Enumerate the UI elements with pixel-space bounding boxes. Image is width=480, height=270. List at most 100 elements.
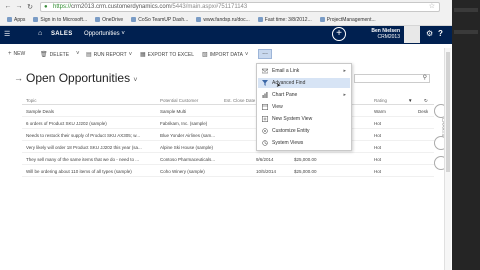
desktop-edge [452, 0, 480, 270]
view-icon [262, 104, 268, 110]
table-row[interactable]: Needs to restock their supply of Product… [22, 130, 434, 141]
cell-customer[interactable]: Contoso Pharmaceuticals... [160, 157, 220, 162]
cell-topic[interactable]: Needs to restock their supply of Product… [26, 133, 154, 138]
nav-opportunities-label: Opportunities [84, 31, 120, 37]
cell-rating: Hot [374, 133, 382, 138]
bookmark-icon [33, 17, 39, 22]
import-icon: ▧ [202, 52, 208, 58]
user-info[interactable]: Ben Nielsen CRM2013 [360, 28, 400, 40]
more-commands-button[interactable]: ... [258, 49, 272, 59]
cell-topic[interactable]: 6 orders of Product SKU JJ202 (sample) [26, 121, 154, 126]
menu-item-label: View [272, 104, 283, 110]
new-button[interactable]: + NEW [8, 51, 25, 57]
run-report-button[interactable]: ▤ RUN REPORT ˅ [86, 51, 132, 59]
chevron-down-icon: ˅ [244, 51, 249, 58]
bookmark-label: CoSo TeamUP Dash... [138, 16, 189, 23]
avatar[interactable] [404, 26, 420, 43]
cell-topic[interactable]: Will be ordering about 110 items of all … [26, 169, 154, 174]
apps-icon [7, 17, 12, 22]
bookmarks-bar: Apps Sign in to Microsoft... OneDrive Co… [0, 14, 480, 25]
help-icon[interactable]: ? [438, 29, 443, 38]
search-input[interactable]: ⚲ [354, 74, 430, 83]
bookmark-item[interactable]: Apps [4, 14, 28, 25]
menu-item-chart-pane[interactable]: Chart Pane ▸ [258, 90, 350, 100]
bookmark-icon [95, 17, 101, 22]
window-control [454, 8, 478, 12]
filter-icon[interactable]: ▼ [408, 98, 412, 103]
cell-customer[interactable]: Fabrikam, Inc. (sample) [160, 121, 220, 126]
reload-icon[interactable]: ↻ [25, 3, 35, 11]
page-title[interactable]: Open Opportunities ˅ [26, 71, 138, 85]
excel-icon: ▦ [140, 52, 146, 58]
bookmark-item[interactable]: Sign in to Microsoft... [30, 14, 90, 25]
bookmark-item[interactable]: www.fandsp.ru/doc... [193, 14, 252, 25]
export-label: EXPORT TO EXCEL [147, 51, 194, 58]
menu-item-customize-entity[interactable]: Customize Entity [258, 126, 350, 136]
delete-button[interactable]: 🗑 DELETE [40, 51, 69, 59]
bookmark-item[interactable]: OneDrive [92, 14, 126, 25]
forward-icon[interactable]: → [14, 3, 24, 10]
cell-customer[interactable]: Sample Multi [160, 109, 220, 114]
menu-item-system-views[interactable]: System Views [258, 138, 350, 148]
import-data-button[interactable]: ▧ IMPORT DATA ˅ [202, 51, 249, 59]
bookmark-label: OneDrive [102, 16, 124, 23]
bookmark-label: Sign in to Microsoft... [40, 16, 88, 23]
menu-item-new-system-view[interactable]: New System View [258, 114, 350, 124]
back-icon[interactable]: ← [3, 3, 13, 10]
nav-sales[interactable]: SALES [51, 31, 73, 37]
table-row[interactable]: 6 orders of Product SKU JJ202 (sample) F… [22, 118, 434, 129]
menu-item-view[interactable]: View [258, 102, 350, 112]
menu-item-label: System Views [272, 140, 304, 146]
new-label: NEW [13, 51, 26, 57]
table-row[interactable]: They sell many of the same items that we… [22, 154, 434, 165]
bookmark-star-icon[interactable]: ☆ [429, 3, 435, 11]
chevron-right-icon: ▸ [343, 92, 346, 98]
column-header-close-date[interactable]: Est. Close Date [224, 98, 255, 103]
create-icon[interactable]: + [332, 27, 346, 41]
cell-topic[interactable]: Very likely will order 18 Product SKU JJ… [26, 145, 154, 150]
filter-icon [262, 80, 268, 86]
bookmark-label: ProjectManagement... [326, 16, 376, 23]
delete-dropdown[interactable]: ˅ [76, 51, 80, 57]
cell-customer[interactable]: Alpine Ski House (sample) [160, 145, 220, 150]
nav-opportunities[interactable]: Opportunities ˅ [84, 31, 125, 37]
cell-rating: Warm [374, 109, 386, 114]
cell-extra: Desk [418, 109, 429, 114]
table-row[interactable]: Will be ordering about 110 items of all … [22, 166, 434, 177]
cell-rating: Hot [374, 169, 382, 174]
menu-item-email-link[interactable]: Email a Link ▸ [258, 66, 350, 76]
scrollbar[interactable] [444, 48, 451, 270]
column-header-topic[interactable]: Topic [26, 98, 37, 103]
home-icon[interactable]: ⌂ [38, 30, 42, 37]
menu-item-label: Customize Entity [272, 128, 310, 134]
column-header-customer[interactable]: Potential Customer [160, 98, 198, 103]
table-row[interactable]: Very likely will order 18 Product SKU JJ… [22, 142, 434, 153]
cell-customer[interactable]: Blue Yonder Airlines (sam... [160, 133, 220, 138]
menu-icon[interactable]: ☰ [4, 30, 10, 38]
column-header-rating[interactable]: Rating [374, 98, 387, 103]
cell-rating: Hot [374, 121, 382, 126]
gear-icon[interactable]: ⚙ [426, 29, 433, 38]
address-bar[interactable]: ● https://crm2013.crm.customerdynamics.c… [40, 2, 440, 12]
scrollbar-thumb[interactable] [446, 52, 450, 172]
export-excel-button[interactable]: ▦ EXPORT TO EXCEL [140, 51, 194, 59]
refresh-icon[interactable]: ↻ [424, 98, 428, 104]
bookmark-item[interactable]: ProjectManagement... [317, 14, 379, 25]
plus-icon: + [8, 51, 12, 57]
cell-rating: Hot [374, 145, 382, 150]
cell-topic[interactable]: They sell many of the same items that we… [26, 157, 154, 162]
report-icon: ▤ [86, 52, 92, 58]
bookmark-label: www.fandsp.ru/doc... [203, 16, 250, 23]
bookmark-item[interactable]: Fast time: 3/8/2012... [255, 14, 315, 25]
back-arrow-icon[interactable]: → [14, 73, 23, 83]
table-row[interactable]: Sample Deals Sample Multi Warm Desk [22, 106, 434, 117]
url-scheme: https:// [53, 4, 72, 10]
bookmark-item[interactable]: CoSo TeamUP Dash... [128, 14, 191, 25]
menu-item-advanced-find[interactable]: Advanced Find ➤ [258, 78, 350, 89]
window-control [454, 30, 478, 34]
url-host: crm2013.crm.customerdynamics.com [71, 4, 171, 10]
cell-customer[interactable]: Coho Winery (sample) [160, 169, 220, 174]
search-icon[interactable]: ⚲ [423, 74, 427, 81]
cell-topic[interactable]: Sample Deals [26, 109, 154, 114]
chart-icon [262, 92, 268, 98]
